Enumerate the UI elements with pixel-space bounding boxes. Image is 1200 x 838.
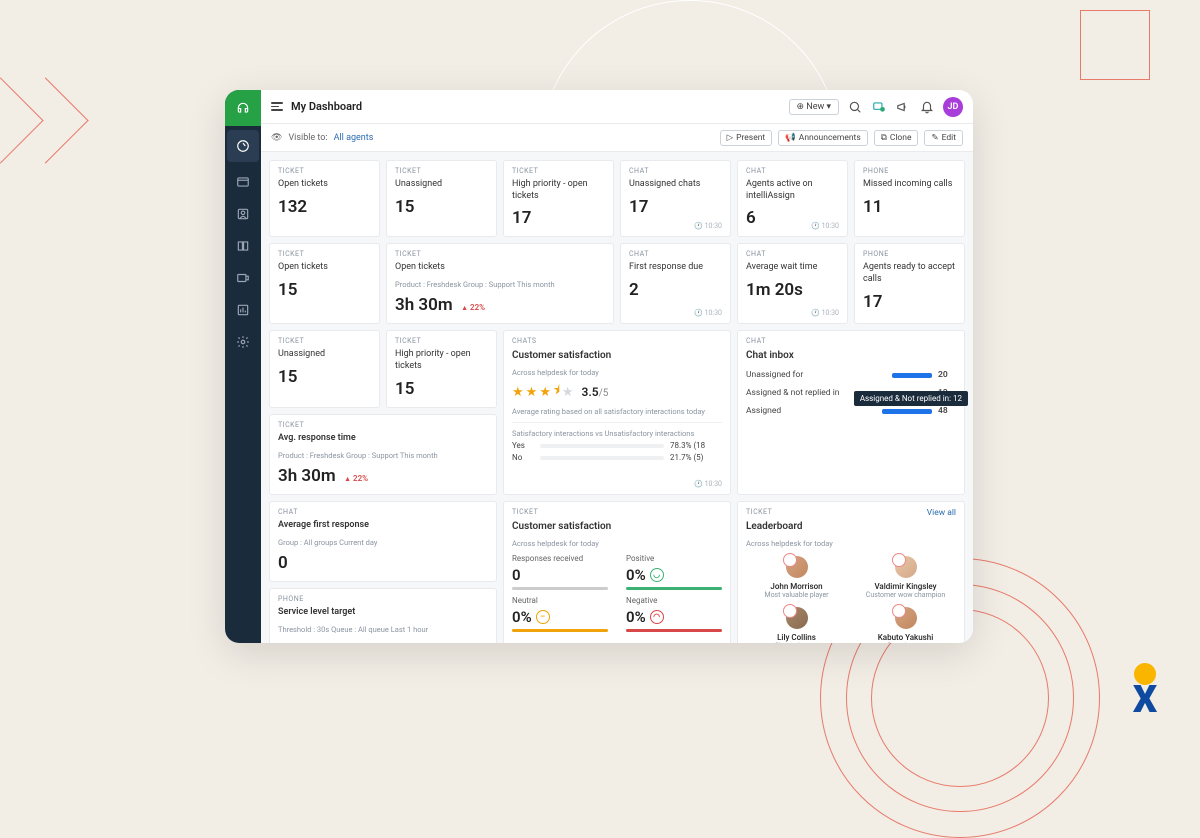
trend-up-icon: 22% — [461, 303, 485, 312]
csat-card[interactable]: CHATS Customer satisfaction Across helpd… — [503, 330, 731, 494]
star-icon: ★ — [539, 385, 551, 400]
metric-card[interactable]: TICKETUnassigned15 — [269, 330, 380, 407]
clock-icon: 🕐 10:30 — [694, 222, 722, 230]
nav-reports-icon[interactable] — [225, 294, 261, 326]
clock-icon: 🕐 10:30 — [694, 480, 722, 488]
star-half-icon: ⯨ — [553, 381, 560, 403]
main-area: My Dashboard ⊕ New ▾ JD 👁 Visible to: Al… — [261, 90, 973, 643]
topbar: My Dashboard ⊕ New ▾ JD — [261, 90, 973, 124]
edit-button[interactable]: ✎ Edit — [924, 130, 963, 146]
megaphone-icon[interactable] — [895, 99, 911, 115]
nav-settings-icon[interactable] — [225, 326, 261, 358]
avatar-icon — [895, 556, 917, 578]
subbar: 👁 Visible to: All agents ▷ Present 📢 Ann… — [261, 124, 973, 152]
clone-button[interactable]: ⧉ Clone — [874, 130, 919, 146]
clock-icon: 🕐 10:30 — [811, 222, 839, 230]
bell-icon[interactable] — [919, 99, 935, 115]
new-button[interactable]: ⊕ New ▾ — [789, 99, 840, 115]
dashboard-grid: TICKETOpen tickets132 TICKETUnassigned15… — [261, 152, 973, 643]
metric-card[interactable]: TICKETOpen ticketsProduct : Freshdesk Gr… — [386, 243, 614, 324]
nav-knowledge-icon[interactable] — [225, 230, 261, 262]
sidebar — [225, 90, 261, 643]
star-empty-icon: ★ — [562, 385, 574, 400]
inbox-row: Unassigned for20 — [746, 370, 956, 380]
present-button[interactable]: ▷ Present — [720, 130, 773, 146]
leader-item[interactable]: Kabuto YakushiSpeed racer — [855, 607, 956, 643]
leader-item[interactable]: John MorrisonMost valuable player — [746, 556, 847, 599]
search-icon[interactable] — [847, 99, 863, 115]
clock-icon: 🕐 10:30 — [694, 309, 722, 317]
nav-contacts-icon[interactable] — [225, 198, 261, 230]
metric-card[interactable]: TICKETOpen tickets132 — [269, 160, 380, 237]
bar-row: No21.7% (5) — [512, 453, 722, 462]
metric-card[interactable]: CHATAverage wait time1m 20s🕐 10:30 — [737, 243, 848, 324]
metric-card[interactable]: PHONEService level targetThreshold : 30s… — [269, 588, 497, 643]
inbox-row: Assigned & not replied in12 — [746, 388, 956, 398]
star-icon: ★ — [512, 385, 524, 400]
metric-card[interactable]: CHATAgents active on intelliAssign6🕐 10:… — [737, 160, 848, 237]
avatar-icon — [786, 556, 808, 578]
view-all-link[interactable]: View all — [927, 508, 956, 518]
deco-square — [1080, 10, 1150, 80]
leader-item[interactable]: Lily CollinsSharp shooter — [746, 607, 847, 643]
happy-face-icon: ◡ — [650, 568, 664, 582]
metric-card[interactable]: TICKETHigh priority - open tickets15 — [386, 330, 497, 407]
star-rating: ★★★⯨★ 3.5/5 — [512, 381, 722, 403]
nav-inbox-icon[interactable] — [225, 166, 261, 198]
sad-face-icon: ◠ — [650, 610, 664, 624]
announcements-button[interactable]: 📢 Announcements — [778, 130, 868, 146]
nav-dashboard-icon[interactable] — [227, 130, 259, 162]
metric-card[interactable]: TICKETHigh priority - open tickets17 — [503, 160, 614, 237]
inbox-row: Assigned48 — [746, 406, 956, 416]
star-icon: ★ — [526, 385, 538, 400]
metric-card[interactable]: CHATFirst response due2🕐 10:30 — [620, 243, 731, 324]
neutral-face-icon: – — [536, 610, 550, 624]
bar-row: Yes78.3% (18 — [512, 441, 722, 450]
metric-card[interactable]: PHONEMissed incoming calls11 — [854, 160, 965, 237]
deco-chevrons — [0, 50, 120, 190]
metric-card[interactable]: PHONEAgents ready to accept calls17 — [854, 243, 965, 324]
metric-card[interactable]: TICKETOpen tickets15 — [269, 243, 380, 324]
trend-up-icon: 22% — [344, 474, 368, 483]
metric-card[interactable]: CHATUnassigned chats17🕐 10:30 — [620, 160, 731, 237]
visibility-icon: 👁 — [271, 133, 282, 143]
visibility-link[interactable]: All agents — [334, 133, 374, 143]
metric-card[interactable]: TICKETAvg. response timeProduct : Freshd… — [269, 414, 497, 495]
nav-campaigns-icon[interactable] — [225, 262, 261, 294]
clock-icon: 🕐 10:30 — [811, 309, 839, 317]
leaderboard-card[interactable]: TICKET View all Leaderboard Across helpd… — [737, 501, 965, 643]
user-avatar[interactable]: JD — [943, 97, 963, 117]
csat-ticket-card[interactable]: TICKET Customer satisfaction Across help… — [503, 501, 731, 643]
metric-card[interactable]: CHATAverage first responseGroup : All gr… — [269, 501, 497, 582]
leader-item[interactable]: Valdimir KingsleyCustomer wow champion — [855, 556, 956, 599]
visibility-label: Visible to: — [288, 133, 327, 143]
chat-inbox-card[interactable]: CHAT Chat inbox Unassigned for20 Assigne… — [737, 330, 965, 494]
page-title: My Dashboard — [291, 100, 362, 113]
metric-card[interactable]: TICKETUnassigned15 — [386, 160, 497, 237]
deco-brand-logo: X — [1125, 663, 1165, 713]
menu-icon[interactable] — [271, 100, 283, 113]
avatar-icon — [786, 607, 808, 629]
chat-status-icon[interactable] — [871, 99, 887, 115]
app-logo-icon[interactable] — [225, 90, 261, 126]
app-window: My Dashboard ⊕ New ▾ JD 👁 Visible to: Al… — [225, 90, 973, 643]
avatar-icon — [895, 607, 917, 629]
